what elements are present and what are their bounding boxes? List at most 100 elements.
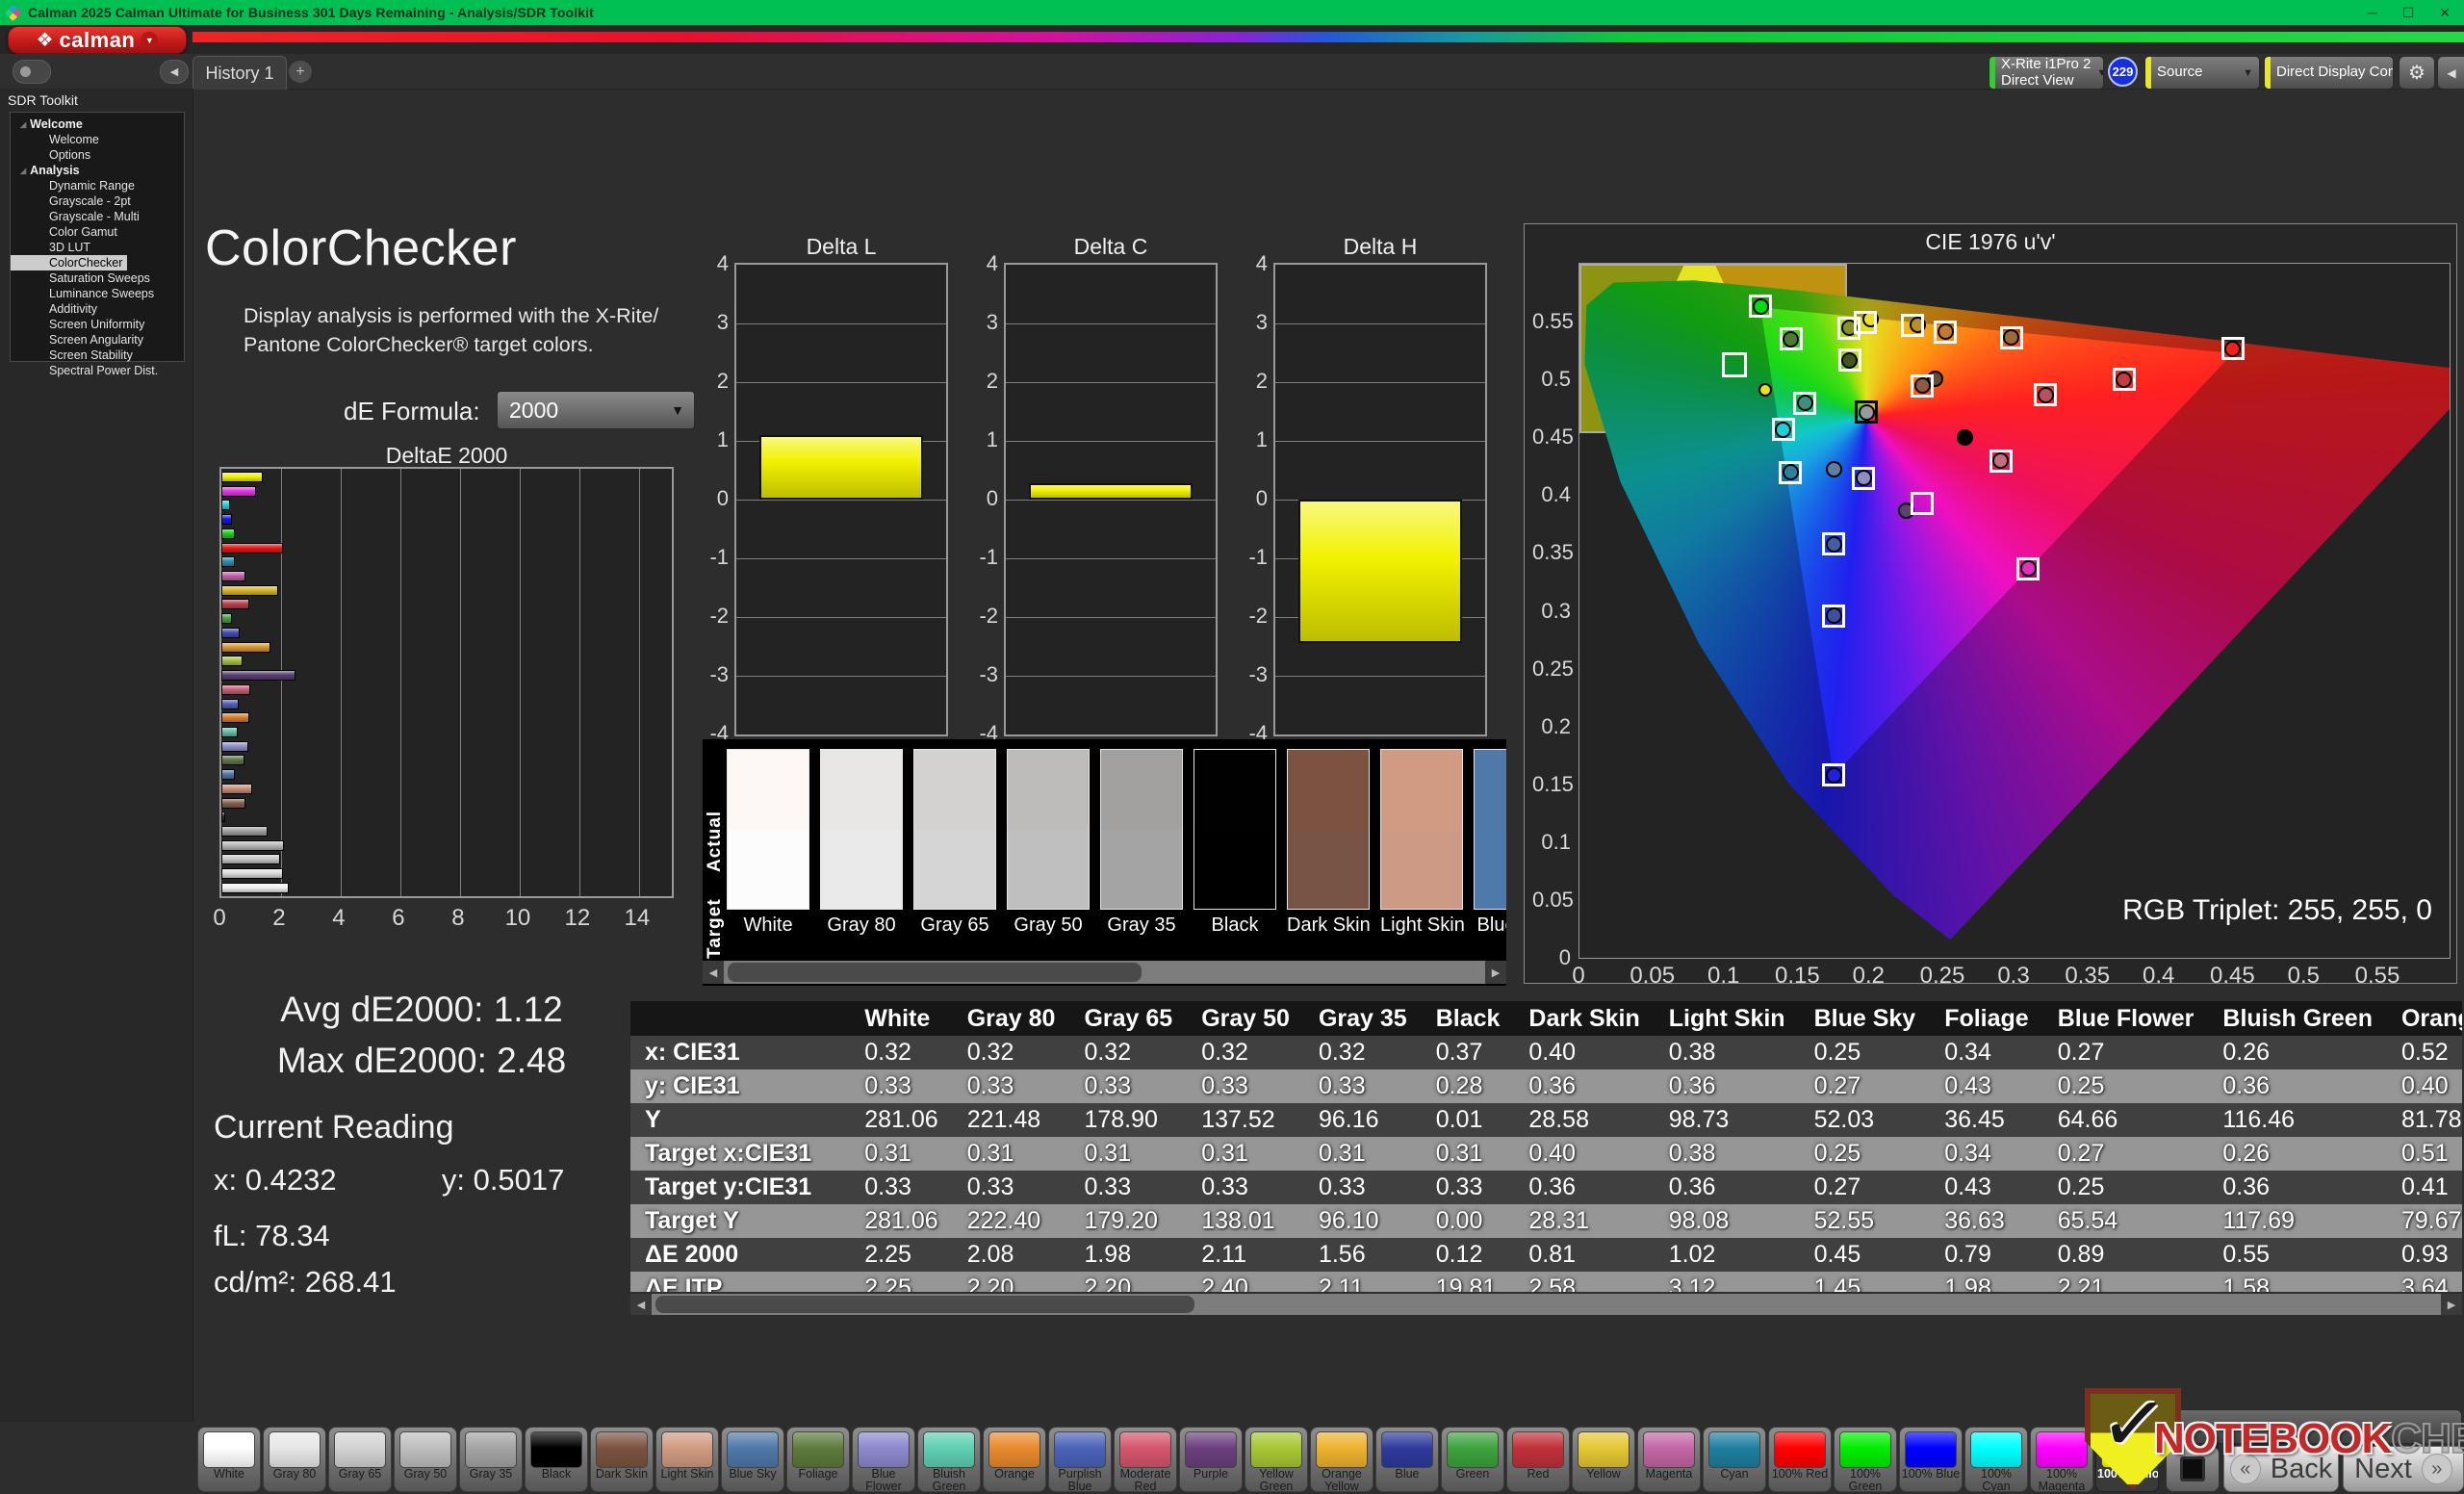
tab-history-1[interactable]: History 1 [192, 56, 287, 90]
patch-button-yellow-green[interactable]: Yellow Green [1245, 1427, 1308, 1492]
patch-button-foliage[interactable]: Foliage [786, 1427, 850, 1492]
next-button[interactable]: Next » [2343, 1446, 2464, 1492]
scroll-left-icon[interactable]: ◀ [703, 961, 724, 984]
patch-button-blue-flower[interactable]: Blue Flower [852, 1427, 915, 1492]
table-scrollbar[interactable]: ◀ ▶ [630, 1294, 2462, 1315]
patch-button-100-red[interactable]: 100% Red [1768, 1427, 1832, 1492]
stop-button[interactable] [2166, 1446, 2220, 1492]
swatch-scrollbar[interactable]: ◀ ▶ [703, 961, 1506, 984]
cell-blue-sky-target-y-cie31: 0.27 [1800, 1171, 1931, 1204]
scroll-right-icon[interactable]: ▶ [1485, 961, 1506, 984]
cell-blue-flower-y: 64.66 [2043, 1103, 2209, 1137]
sidebar-item-options[interactable]: Options [11, 147, 184, 163]
patch-button-yellow[interactable]: Yellow [1572, 1427, 1635, 1492]
patch-button-blue-sky[interactable]: Blue Sky [721, 1427, 784, 1492]
meter-count-badge[interactable]: 229 [2108, 57, 2138, 87]
patch-button-100-blue[interactable]: 100% Blue [1899, 1427, 1963, 1492]
de-formula-select[interactable]: 2000 ▼ [497, 391, 695, 429]
swatch-target [728, 830, 808, 910]
patch-button-moderate-red[interactable]: Moderate Red [1114, 1427, 1177, 1492]
table-scrollbar-thumb[interactable] [655, 1296, 1194, 1313]
patch-button-100-cyan[interactable]: 100% Cyan [1964, 1427, 2028, 1492]
cell-gray-50-target-y: 138.01 [1187, 1204, 1304, 1238]
patch-button-gray-80[interactable]: Gray 80 [263, 1427, 326, 1492]
patch-button-green[interactable]: Green [1441, 1427, 1504, 1492]
patch-button-100-magenta[interactable]: 100% Magenta [2030, 1427, 2093, 1492]
sidebar-item-screen-angularity[interactable]: Screen Angularity [11, 332, 184, 348]
sidebar-item-3d-lut[interactable]: 3D LUT [11, 240, 184, 255]
swatch-actual [1008, 750, 1089, 830]
patch-button-black[interactable]: Black [525, 1427, 588, 1492]
tree-expander-icon[interactable]: ◢ [20, 120, 26, 129]
gridline [400, 469, 401, 896]
sidebar-item-additivity[interactable]: Additivity [11, 301, 184, 317]
sidebar-item-screen-stability[interactable]: Screen Stability [11, 348, 184, 363]
patch-button-light-skin[interactable]: Light Skin [655, 1427, 719, 1492]
sidebar-item-welcome[interactable]: Welcome [11, 132, 184, 147]
patch-color [1185, 1431, 1237, 1468]
patch-button-gray-65[interactable]: Gray 65 [328, 1427, 392, 1492]
delta-chart-title-delta-l: Delta L [734, 234, 948, 260]
panel-collapse-button[interactable]: ◀ [2437, 56, 2464, 90]
chevron-down-icon: ▼ [2096, 67, 2104, 79]
patch-button-purplish-blue[interactable]: Purplish Blue [1048, 1427, 1112, 1492]
maximize-icon[interactable]: ☐ [2402, 5, 2415, 21]
tree-expander-icon[interactable]: ◢ [20, 167, 26, 175]
cell-gray-80-y-cie31: 0.33 [953, 1069, 1070, 1103]
cell-white-target-x-cie31: 0.31 [850, 1137, 952, 1171]
patch-button-blue[interactable]: Blue [1375, 1427, 1439, 1492]
patch-label: Blue [1377, 1468, 1437, 1481]
sidebar-item-luminance-sweeps[interactable]: Luminance Sweeps [11, 286, 184, 301]
cell-bluish-green-target-y: 117.69 [2208, 1204, 2387, 1238]
swatch-target [914, 830, 995, 910]
patch-button-magenta[interactable]: Magenta [1637, 1427, 1701, 1492]
sidebar-options-button[interactable] [13, 60, 51, 84]
sidebar-item-saturation-sweeps[interactable]: Saturation Sweeps [11, 270, 184, 286]
patch-label: Blue Sky [723, 1468, 783, 1481]
patch-label: Gray 35 [461, 1468, 521, 1481]
patch-button-gray-35[interactable]: Gray 35 [459, 1427, 523, 1492]
scroll-right-icon[interactable]: ▶ [2441, 1294, 2462, 1315]
patch-button-red[interactable]: Red [1506, 1427, 1570, 1492]
sidebar-item-grayscale-2pt[interactable]: Grayscale - 2pt [11, 193, 184, 209]
sidebar-group-welcome[interactable]: ◢Welcome [11, 116, 184, 132]
axis-tick-label: 14 [616, 905, 658, 932]
patch-button-cyan[interactable]: Cyan [1703, 1427, 1766, 1492]
cell-light-skin-target-y-cie31: 0.36 [1655, 1171, 1800, 1204]
patch-button-orange-yellow[interactable]: Orange Yellow [1310, 1427, 1373, 1492]
patch-button-purple[interactable]: Purple [1179, 1427, 1243, 1492]
patch-button-dark-skin[interactable]: Dark Skin [590, 1427, 654, 1492]
col-header-gray-65: Gray 65 [1069, 1001, 1187, 1036]
sidebar-item-dynamic-range[interactable]: Dynamic Range [11, 178, 184, 193]
cell-blue-sky-e-2000: 0.45 [1800, 1238, 1931, 1272]
patch-button-100-green[interactable]: 100% Green [1834, 1427, 1897, 1492]
scroll-left-icon[interactable]: ◀ [630, 1294, 652, 1315]
meter-dropdown[interactable]: X-Rite i1Pro 2 Direct View ▼ [1989, 56, 2104, 90]
page-description-line2: Pantone ColorChecker® target colors. [244, 333, 594, 357]
patch-button-bluish-green[interactable]: Bluish Green [917, 1427, 981, 1492]
minimize-icon[interactable]: ─ [2368, 5, 2377, 21]
sidebar-item-color-gamut[interactable]: Color Gamut [11, 224, 184, 240]
settings-button[interactable]: ⚙ [2399, 56, 2435, 90]
display-control-dropdown[interactable]: Direct Display Control ▼ [2264, 56, 2394, 90]
close-icon[interactable]: ✕ [2439, 5, 2451, 21]
patch-button-orange[interactable]: Orange [983, 1427, 1046, 1492]
hidden-controls-row[interactable] [2114, 1409, 2462, 1444]
table-header-row: WhiteGray 80Gray 65Gray 50Gray 35BlackDa… [630, 1001, 2462, 1036]
patch-button-gray-50[interactable]: Gray 50 [394, 1427, 457, 1492]
sidebar-item-colorchecker[interactable]: ColorChecker [11, 255, 127, 270]
sidebar-item-spectral-power-dist[interactable]: Spectral Power Dist. [11, 363, 184, 378]
add-tab-button[interactable]: + [289, 61, 312, 83]
axis-tick-label: 0.25 [1920, 963, 1963, 990]
sidebar-item-screen-uniformity[interactable]: Screen Uniformity [11, 317, 184, 332]
axis-tick-label: 0.25 [1532, 657, 1571, 682]
source-dropdown[interactable]: Source ▼ [2144, 56, 2260, 90]
sidebar-group-analysis[interactable]: ◢Analysis [11, 163, 184, 178]
patch-button-white[interactable]: White [197, 1427, 261, 1492]
back-button[interactable]: « Back [2223, 1446, 2339, 1492]
cie-measured-point [2116, 372, 2132, 388]
swatch-scrollbar-thumb[interactable] [728, 963, 1142, 982]
sidebar-item-grayscale-multi[interactable]: Grayscale - Multi [11, 209, 184, 224]
sidebar-collapse-button[interactable]: ◀ [160, 60, 189, 84]
calman-menu-button[interactable]: ❖ calman ▼ [8, 26, 187, 54]
